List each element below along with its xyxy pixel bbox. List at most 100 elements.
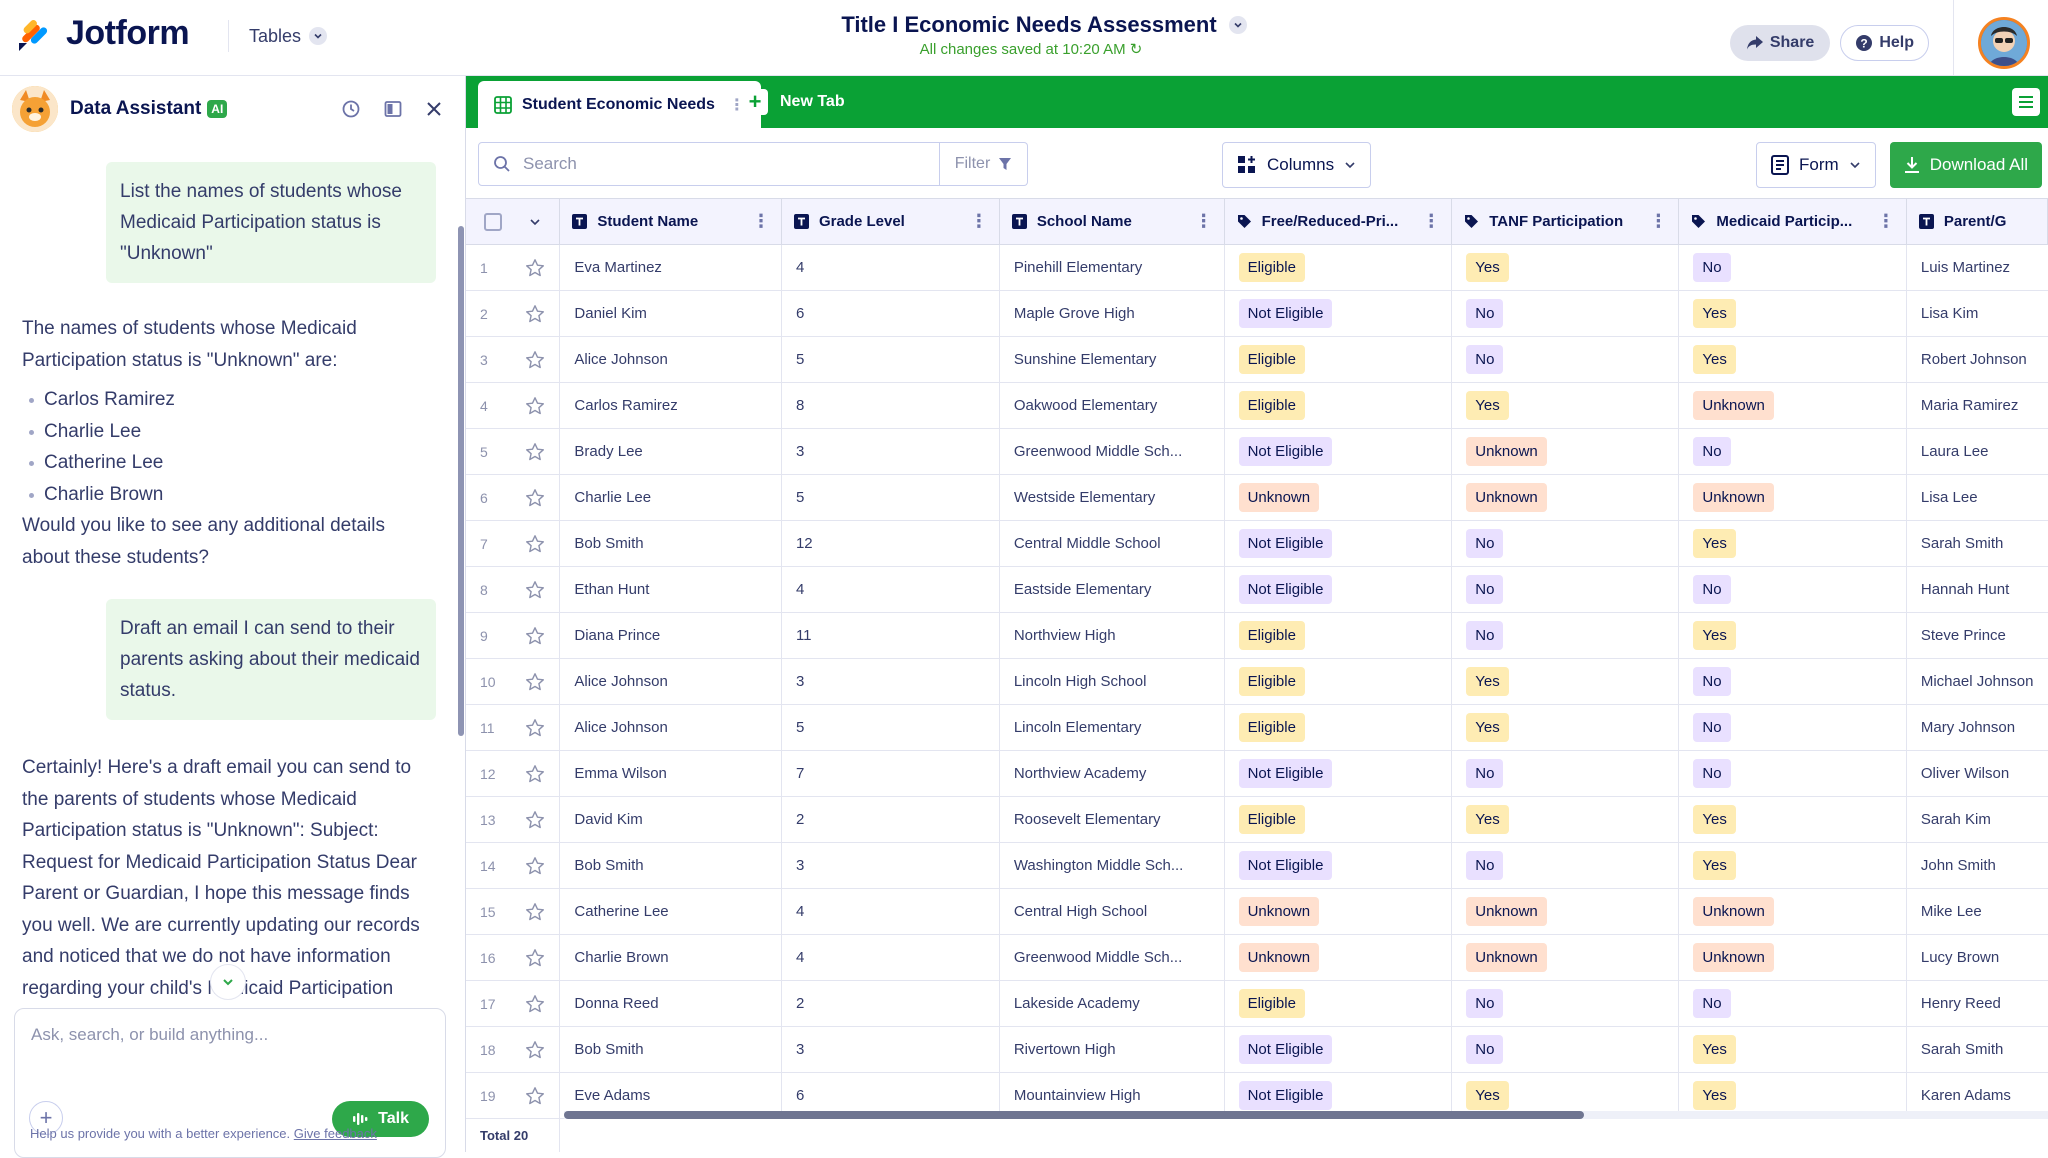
cell-student-name[interactable]: Eva Martinez	[559, 244, 782, 291]
cell-grade-level[interactable]: 2	[781, 796, 1000, 843]
cell-school-name[interactable]: Rivertown High	[999, 1026, 1225, 1073]
form-button[interactable]: Form	[1756, 142, 1876, 188]
table-row[interactable]: 12 Emma Wilson 7 Northview Academy Not Eligi…	[466, 750, 2048, 797]
title-chevron-down-icon[interactable]	[1228, 16, 1247, 34]
table-row[interactable]: 13 David Kim 2 Roosevelt Elementary Eligible…	[466, 796, 2048, 843]
cell-tanf-participation[interactable]: Yes	[1451, 382, 1680, 429]
jotform-logo[interactable]: Jotform	[16, 14, 190, 53]
cell-parent-guardian[interactable]: Luis Martinez	[1906, 244, 2048, 291]
cell-parent-guardian[interactable]: Sarah Kim	[1906, 796, 2048, 843]
column-header-medicaid-participation[interactable]: Medicaid Particip... ⋮	[1678, 198, 1907, 245]
cell-free-reduced-price[interactable]: Unknown	[1224, 934, 1453, 981]
cell-student-name[interactable]: Ethan Hunt	[559, 566, 782, 613]
cell-grade-level[interactable]: 5	[781, 704, 1000, 751]
select-all-checkbox[interactable]	[484, 212, 502, 231]
cell-grade-level[interactable]: 3	[781, 1026, 1000, 1073]
star-icon[interactable]	[525, 442, 545, 462]
cell-parent-guardian[interactable]: Michael Johnson	[1906, 658, 2048, 705]
close-icon[interactable]	[425, 100, 443, 118]
cell-parent-guardian[interactable]: Henry Reed	[1906, 980, 2048, 1027]
cell-tanf-participation[interactable]: Unknown	[1451, 888, 1680, 935]
cell-free-reduced-price[interactable]: Unknown	[1224, 888, 1453, 935]
cell-student-name[interactable]: Diana Prince	[559, 612, 782, 659]
cell-parent-guardian[interactable]: Mary Johnson	[1906, 704, 2048, 751]
give-feedback-link[interactable]: Give feedback	[294, 1126, 377, 1141]
table-row[interactable]: 5 Brady Lee 3 Greenwood Middle Sch... Not El…	[466, 428, 2048, 475]
cell-tanf-participation[interactable]: Unknown	[1451, 428, 1680, 475]
star-icon[interactable]	[525, 948, 545, 968]
cell-tanf-participation[interactable]: No	[1451, 1026, 1680, 1073]
cell-school-name[interactable]: Westside Elementary	[999, 474, 1225, 521]
user-avatar[interactable]	[1978, 17, 2030, 69]
cell-grade-level[interactable]: 4	[781, 244, 1000, 291]
cell-tanf-participation[interactable]: No	[1451, 290, 1680, 337]
horizontal-scrollbar-thumb[interactable]	[564, 1111, 1584, 1119]
cell-tanf-participation[interactable]: No	[1451, 520, 1680, 567]
table-row[interactable]: 17 Donna Reed 2 Lakeside Academy Eligible No N…	[466, 980, 2048, 1027]
cell-student-name[interactable]: Charlie Lee	[559, 474, 782, 521]
cell-student-name[interactable]: Alice Johnson	[559, 336, 782, 383]
cell-tanf-participation[interactable]: No	[1451, 612, 1680, 659]
cell-parent-guardian[interactable]: Sarah Smith	[1906, 1026, 2048, 1073]
cell-grade-level[interactable]: 3	[781, 658, 1000, 705]
cell-medicaid-participation[interactable]: No	[1678, 428, 1907, 475]
column-header-school-name[interactable]: School Name ⋮	[999, 198, 1225, 245]
cell-free-reduced-price[interactable]: Unknown	[1224, 474, 1453, 521]
cell-parent-guardian[interactable]: Lisa Lee	[1906, 474, 2048, 521]
cell-medicaid-participation[interactable]: Unknown	[1678, 888, 1907, 935]
cell-school-name[interactable]: Roosevelt Elementary	[999, 796, 1225, 843]
document-title[interactable]: Title I Economic Needs Assessment	[841, 12, 1216, 38]
cell-grade-level[interactable]: 8	[781, 382, 1000, 429]
table-row[interactable]: 7 Bob Smith 12 Central Middle School Not Eli…	[466, 520, 2048, 567]
table-row[interactable]: 8 Ethan Hunt 4 Eastside Elementary Not Eligi…	[466, 566, 2048, 613]
cell-school-name[interactable]: Eastside Elementary	[999, 566, 1225, 613]
star-icon[interactable]	[525, 258, 545, 278]
cell-grade-level[interactable]: 5	[781, 474, 1000, 521]
cell-parent-guardian[interactable]: Lisa Kim	[1906, 290, 2048, 337]
search-input[interactable]	[523, 154, 903, 174]
chat-scrollbar[interactable]	[458, 226, 464, 736]
share-button[interactable]: Share	[1729, 25, 1831, 61]
table-row[interactable]: 10 Alice Johnson 3 Lincoln High School Eligi…	[466, 658, 2048, 705]
cell-free-reduced-price[interactable]: Not Eligible	[1224, 428, 1453, 475]
cell-tanf-participation[interactable]: Unknown	[1451, 934, 1680, 981]
cell-medicaid-participation[interactable]: No	[1678, 566, 1907, 613]
cell-free-reduced-price[interactable]: Eligible	[1224, 658, 1453, 705]
cell-school-name[interactable]: Greenwood Middle Sch...	[999, 934, 1225, 981]
table-row[interactable]: 11 Alice Johnson 5 Lincoln Elementary Eligib…	[466, 704, 2048, 751]
cell-school-name[interactable]: Central High School	[999, 888, 1225, 935]
cell-free-reduced-price[interactable]: Eligible	[1224, 382, 1453, 429]
star-icon[interactable]	[525, 856, 545, 876]
cell-student-name[interactable]: David Kim	[559, 796, 782, 843]
cell-free-reduced-price[interactable]: Eligible	[1224, 980, 1453, 1027]
cell-free-reduced-price[interactable]: Not Eligible	[1224, 290, 1453, 337]
column-header-tanf-participation[interactable]: TANF Participation ⋮	[1451, 198, 1680, 245]
cell-tanf-participation[interactable]: No	[1451, 336, 1680, 383]
cell-school-name[interactable]: Washington Middle Sch...	[999, 842, 1225, 889]
cell-school-name[interactable]: Greenwood Middle Sch...	[999, 428, 1225, 475]
star-icon[interactable]	[525, 902, 545, 922]
tables-menu[interactable]: Tables	[228, 20, 328, 52]
column-options-icon[interactable]: ⋮	[1195, 211, 1213, 232]
cell-grade-level[interactable]: 4	[781, 934, 1000, 981]
cell-free-reduced-price[interactable]: Eligible	[1224, 336, 1453, 383]
column-header-grade-level[interactable]: Grade Level ⋮	[781, 198, 1000, 245]
cell-student-name[interactable]: Daniel Kim	[559, 290, 782, 337]
cell-free-reduced-price[interactable]: Eligible	[1224, 612, 1453, 659]
cell-free-reduced-price[interactable]: Not Eligible	[1224, 566, 1453, 613]
cell-medicaid-participation[interactable]: Unknown	[1678, 934, 1907, 981]
cell-grade-level[interactable]: 4	[781, 566, 1000, 613]
assistant-prompt-input[interactable]	[31, 1025, 431, 1045]
star-icon[interactable]	[525, 672, 545, 692]
cell-parent-guardian[interactable]: Robert Johnson	[1906, 336, 2048, 383]
cell-grade-level[interactable]: 5	[781, 336, 1000, 383]
cell-medicaid-participation[interactable]: Unknown	[1678, 382, 1907, 429]
star-icon[interactable]	[525, 1086, 545, 1106]
cell-medicaid-participation[interactable]: No	[1678, 704, 1907, 751]
table-row[interactable]: 14 Bob Smith 3 Washington Middle Sch... Not …	[466, 842, 2048, 889]
star-icon[interactable]	[525, 488, 545, 508]
cell-parent-guardian[interactable]: Maria Ramirez	[1906, 382, 2048, 429]
filter-button[interactable]: Filter	[940, 142, 1028, 186]
cell-free-reduced-price[interactable]: Eligible	[1224, 704, 1453, 751]
cell-school-name[interactable]: Lincoln High School	[999, 658, 1225, 705]
